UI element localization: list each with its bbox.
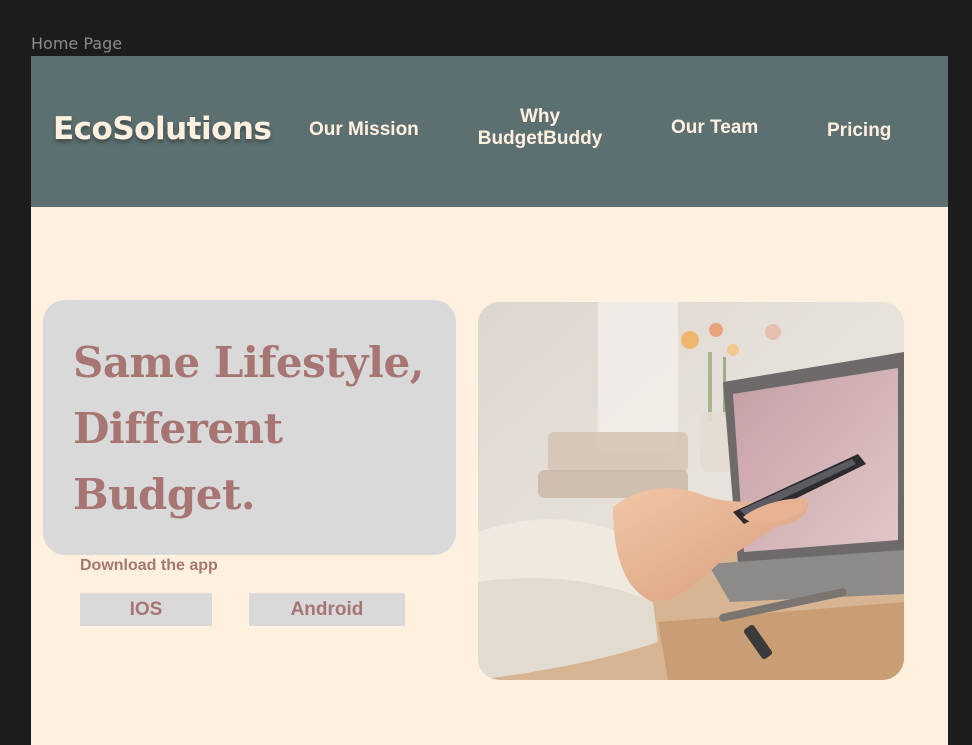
nav-item-why-line1: Why bbox=[519, 106, 561, 127]
nav-item-why-budgetbuddy[interactable]: Why BudgetBuddy bbox=[475, 106, 605, 150]
logo[interactable]: EcoSolutions bbox=[53, 111, 272, 147]
home-page-frame: EcoSolutions Our Mission Why BudgetBuddy… bbox=[31, 56, 948, 745]
android-download-button[interactable]: Android bbox=[249, 593, 405, 626]
nav-item-why-line2: BudgetBuddy bbox=[477, 128, 603, 149]
nav-item-our-team[interactable]: Our Team bbox=[671, 117, 758, 139]
hero-card: Same Lifestyle, Different Budget. bbox=[43, 300, 456, 555]
frame-label: Home Page bbox=[31, 34, 123, 53]
nav-item-our-mission[interactable]: Our Mission bbox=[309, 119, 419, 141]
nav-item-pricing[interactable]: Pricing bbox=[827, 120, 891, 142]
hero-title-line-3: Budget. bbox=[73, 470, 256, 519]
hero-photo bbox=[478, 302, 904, 680]
navbar: EcoSolutions Our Mission Why BudgetBuddy… bbox=[31, 56, 948, 207]
download-label: Download the app bbox=[80, 557, 218, 574]
ios-download-button[interactable]: IOS bbox=[80, 593, 212, 626]
hero-title-line-1: Same Lifestyle, bbox=[73, 338, 424, 387]
hero-title-line-2: Different bbox=[73, 404, 283, 453]
hero-photo-illustration bbox=[478, 302, 904, 680]
hero-title: Same Lifestyle, Different Budget. bbox=[73, 330, 424, 528]
